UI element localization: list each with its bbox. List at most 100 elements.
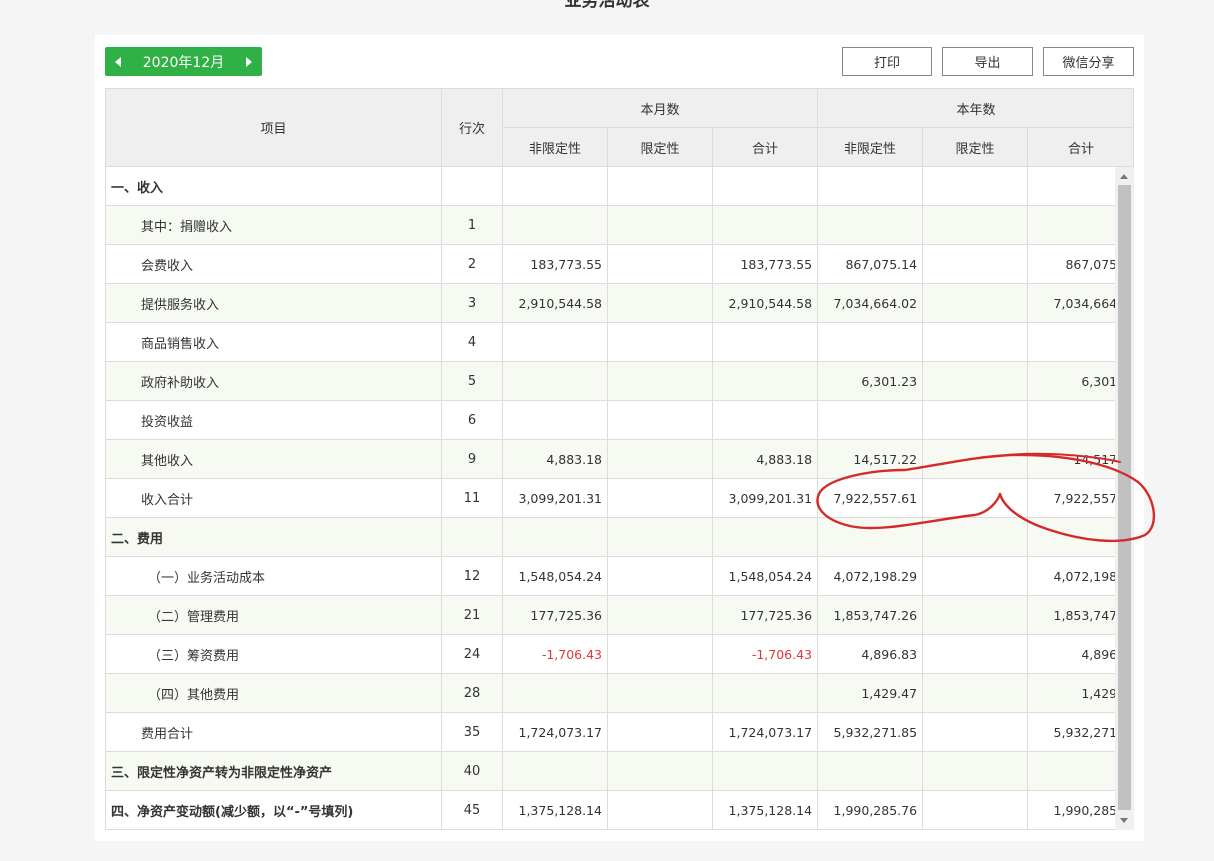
table-row[interactable]: 一、收入 [105,166,1133,206]
cell-m-total: 3,099,201.31 [711,478,819,518]
cell-y-unres [817,205,924,245]
cell-m-unres: 2,910,544.58 [502,283,608,323]
cell-m-unres: 4,883.18 [502,439,608,479]
cell-y-unres [817,517,924,557]
row-line-number: 2 [441,244,503,284]
cell-m-res [607,751,713,791]
cell-m-res [607,478,713,518]
cell-m-unres [502,751,608,791]
table-row[interactable]: 收入合计 11 3,099,201.31 3,099,201.31 7,922,557.… [105,478,1133,518]
cell-y-res [922,595,1029,635]
cell-y-res [922,439,1029,479]
header-year-unrestricted: 非限定性 [817,127,924,167]
table-row[interactable]: 二、费用 [105,517,1133,557]
row-item-label: 会费收入 [105,244,442,284]
cell-y-unres [817,400,924,440]
cell-m-unres [502,205,608,245]
row-line-number [441,517,503,557]
row-line-number: 12 [441,556,503,596]
table-row[interactable]: 其中：捐赠收入 1 [105,205,1133,245]
cell-m-total [711,166,819,206]
cell-m-res [607,712,713,752]
row-item-label: 收入合计 [105,478,442,518]
row-line-number: 11 [441,478,503,518]
cell-m-res [607,166,713,206]
cell-y-res [922,673,1029,713]
row-line-number [441,166,503,206]
table-row[interactable]: 投资收益 6 [105,400,1133,440]
row-item-label: （四）其他费用 [105,673,442,713]
scroll-down-icon[interactable] [1120,818,1128,823]
cell-m-res [607,673,713,713]
cell-y-unres: 5,932,271.85 [817,712,924,752]
header-year-restricted: 限定性 [922,127,1029,167]
row-item-label: 四、净资产变动额(减少额，以“-”号填列) [105,790,442,830]
cell-m-unres [502,322,608,362]
cell-m-res [607,634,713,674]
wechat-share-button[interactable]: 微信分享 [1043,47,1134,76]
cell-m-total [711,361,819,401]
cell-y-unres: 7,922,557.61 [817,478,924,518]
cell-m-total: 177,725.36 [711,595,819,635]
activity-table: 项目 行次 本月数 本年数 非限定性 限定性 合计 非限定性 限定性 合计 一、… [105,88,1133,830]
header-line: 行次 [441,88,503,167]
row-line-number: 3 [441,283,503,323]
header-month-total: 合计 [711,127,819,167]
table-row[interactable]: （一）业务活动成本 12 1,548,054.24 1,548,054.24 4,072… [105,556,1133,596]
row-item-label: 二、费用 [105,517,442,557]
month-label[interactable]: 2020年12月 [143,52,224,72]
cell-y-unres: 867,075.14 [817,244,924,284]
cell-y-res [922,166,1029,206]
scroll-up-icon[interactable] [1120,174,1128,179]
activity-table-wrap[interactable]: 项目 行次 本月数 本年数 非限定性 限定性 合计 非限定性 限定性 合计 一、… [105,88,1134,830]
cell-m-unres [502,400,608,440]
table-row[interactable]: 四、净资产变动额(减少额，以“-”号填列) 45 1,375,128.14 1,375… [105,790,1133,830]
row-line-number: 6 [441,400,503,440]
cell-y-unres: 1,429.47 [817,673,924,713]
table-row[interactable]: 三、限定性净资产转为非限定性净资产 40 [105,751,1133,791]
cell-m-unres: 177,725.36 [502,595,608,635]
cell-y-unres [817,751,924,791]
scroll-thumb[interactable] [1118,185,1131,810]
table-row[interactable]: 费用合计 35 1,724,073.17 1,724,073.17 5,932,271.… [105,712,1133,752]
cell-m-unres: 1,375,128.14 [502,790,608,830]
cell-m-unres: 1,724,073.17 [502,712,608,752]
row-line-number: 35 [441,712,503,752]
table-row[interactable]: 商品销售收入 4 [105,322,1133,362]
cell-m-total [711,205,819,245]
header-item: 项目 [105,88,442,167]
table-row[interactable]: 政府补助收入 5 6,301.23 6,301.2 [105,361,1133,401]
row-item-label: 三、限定性净资产转为非限定性净资产 [105,751,442,791]
cell-m-total: 1,548,054.24 [711,556,819,596]
table-row[interactable]: 提供服务收入 3 2,910,544.58 2,910,544.58 7,034,664… [105,283,1133,323]
table-row[interactable]: （二）管理费用 21 177,725.36 177,725.36 1,853,747.2… [105,595,1133,635]
cell-m-total: 183,773.55 [711,244,819,284]
cell-y-unres [817,166,924,206]
cell-y-res [922,400,1029,440]
row-item-label: （二）管理费用 [105,595,442,635]
row-line-number: 45 [441,790,503,830]
header-month-restricted: 限定性 [607,127,713,167]
table-row[interactable]: 其他收入 9 4,883.18 4,883.18 14,517.22 14,517.2 [105,439,1133,479]
cell-m-res [607,595,713,635]
table-row[interactable]: （三）筹资费用 24 -1,706.43 -1,706.43 4,896.83 4,896… [105,634,1133,674]
row-item-label: （三）筹资费用 [105,634,442,674]
table-row[interactable]: 会费收入 2 183,773.55 183,773.55 867,075.14 867,0… [105,244,1133,284]
cell-m-total [711,517,819,557]
prev-month-icon[interactable] [115,56,121,67]
row-item-label: （一）业务活动成本 [105,556,442,596]
print-button[interactable]: 打印 [842,47,932,76]
header-year-group: 本年数 [817,88,1133,128]
header-month-group: 本月数 [501,88,819,128]
cell-m-unres: 183,773.55 [502,244,608,284]
next-month-icon[interactable] [245,56,252,67]
header-year-total: 合计 [1027,127,1133,167]
cell-y-res [922,790,1029,830]
page-title: 业务活动表 [564,0,650,11]
cell-m-total [711,400,819,440]
table-row[interactable]: （四）其他费用 28 1,429.47 1,429.4 [105,673,1133,713]
export-button[interactable]: 导出 [942,47,1033,76]
table-scrollbar[interactable] [1115,167,1134,830]
cell-m-total: 1,724,073.17 [711,712,819,752]
month-picker[interactable]: 2020年12月 [105,47,262,76]
